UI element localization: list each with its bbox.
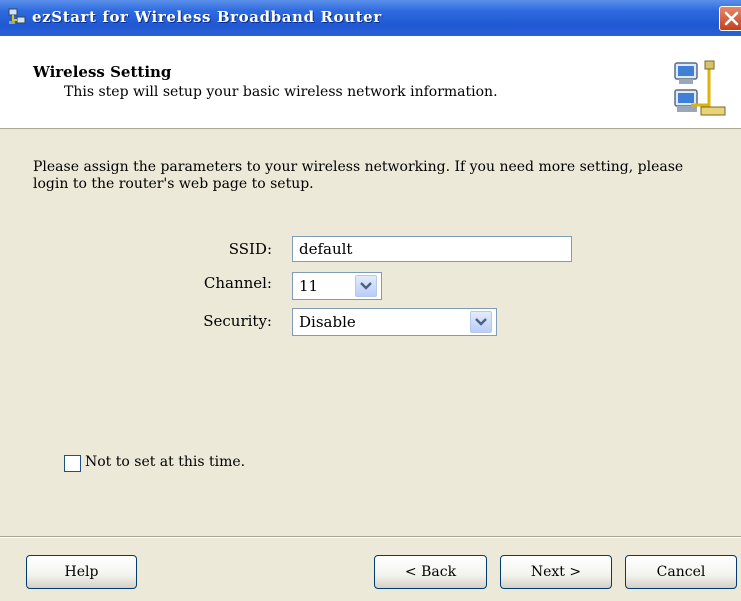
- title-bar[interactable]: ezStart for Wireless Broadband Router: [0, 0, 741, 36]
- help-button[interactable]: Help: [26, 555, 137, 589]
- network-computers-icon: [8, 8, 26, 26]
- security-value: Disable: [299, 313, 356, 331]
- network-computers-icon: [665, 57, 729, 123]
- ssid-input[interactable]: [292, 236, 572, 262]
- channel-value: 11: [299, 277, 319, 295]
- ssid-label: SSID:: [228, 240, 272, 258]
- close-icon: [724, 11, 739, 26]
- channel-select[interactable]: 11: [292, 272, 382, 300]
- security-select[interactable]: Disable: [292, 308, 497, 336]
- close-button[interactable]: [719, 6, 741, 31]
- step-description: This step will setup your basic wireless…: [64, 84, 498, 100]
- chevron-down-icon: [360, 282, 372, 290]
- cancel-button[interactable]: Cancel: [625, 555, 737, 589]
- channel-label: Channel:: [203, 274, 272, 292]
- chevron-down-icon: [475, 318, 487, 326]
- next-button[interactable]: Next >: [500, 555, 612, 589]
- skip-setup-label[interactable]: Not to set at this time.: [85, 454, 245, 470]
- security-dropdown-button[interactable]: [470, 311, 492, 333]
- wizard-header: [0, 36, 741, 129]
- back-button[interactable]: < Back: [374, 555, 487, 589]
- skip-setup-checkbox[interactable]: [64, 455, 81, 472]
- footer-divider: [0, 536, 741, 538]
- step-title: Wireless Setting: [33, 63, 172, 81]
- window-title: ezStart for Wireless Broadband Router: [32, 8, 382, 26]
- intro-text: Please assign the parameters to your wir…: [33, 159, 684, 192]
- channel-dropdown-button[interactable]: [355, 275, 377, 297]
- security-label: Security:: [203, 312, 272, 330]
